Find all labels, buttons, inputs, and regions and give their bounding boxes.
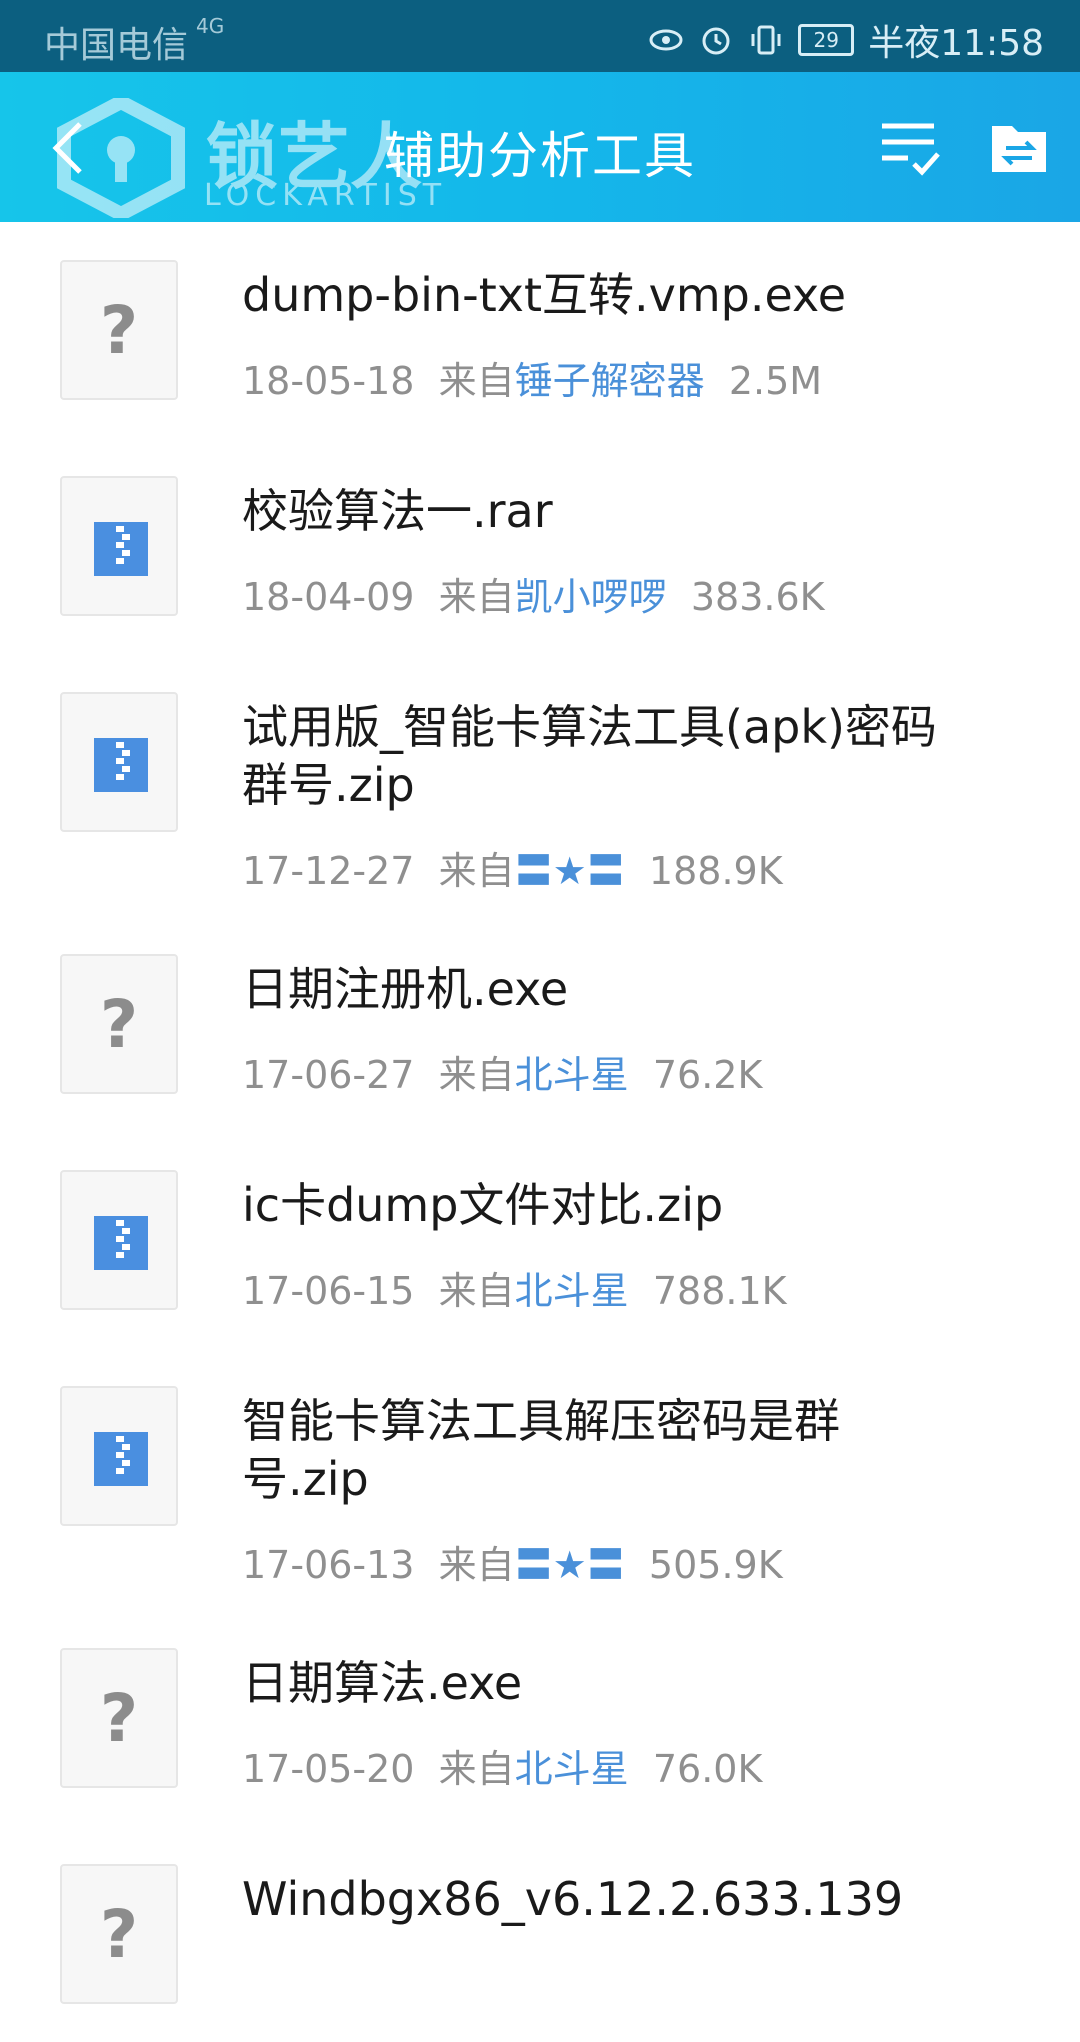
file-from-label: 来自 xyxy=(438,1543,515,1587)
file-date: 18-04-09 xyxy=(242,575,415,619)
app-header: 锁艺人 LOCKARTIST 辅助分析工具 xyxy=(0,72,1080,222)
status-bar: 中国电信 4G 29 半夜11:58 xyxy=(0,0,1080,72)
alarm-icon xyxy=(702,27,730,55)
unknown-file-icon: ? xyxy=(60,1864,178,2004)
file-date: 17-06-13 xyxy=(242,1543,415,1587)
file-size: 76.2K xyxy=(652,1053,763,1097)
battery-indicator: 29 xyxy=(798,24,855,56)
file-size: 188.9K xyxy=(648,849,783,893)
file-meta: 17-06-27 来自北斗星 76.2K xyxy=(242,1044,762,1099)
file-from-label: 来自 xyxy=(438,1269,515,1313)
file-size: 76.0K xyxy=(652,1747,763,1791)
archive-file-icon xyxy=(60,476,178,616)
file-name: ic卡dump文件对比.zip xyxy=(242,1178,724,1232)
question-mark-icon: ? xyxy=(99,1680,139,1757)
archive-file-icon xyxy=(60,1386,178,1526)
file-size: 788.1K xyxy=(652,1269,787,1313)
file-list-item[interactable]: 校验算法一.rar 18-04-09 来自凯小啰啰 383.6K xyxy=(0,438,1080,654)
file-date: 17-06-15 xyxy=(242,1269,415,1313)
zip-glyph-icon xyxy=(94,1432,148,1486)
clock-label: 半夜11:58 xyxy=(868,23,1044,64)
archive-file-icon xyxy=(60,1170,178,1310)
unknown-file-icon: ? xyxy=(60,1648,178,1788)
file-from-label: 来自 xyxy=(438,1747,515,1791)
file-name: 日期算法.exe xyxy=(242,1656,523,1710)
eye-icon xyxy=(649,29,683,51)
file-list-item[interactable]: 智能卡算法工具解压密码是群号.zip 17-06-13 来自〓★〓 505.9K xyxy=(0,1348,1080,1587)
file-date: 17-06-27 xyxy=(242,1053,415,1097)
file-list-item[interactable]: 试用版_智能卡算法工具(apk)密码群号.zip 17-12-27 来自〓★〓 1… xyxy=(0,654,1080,893)
question-mark-icon: ? xyxy=(99,986,139,1063)
sort-list-icon[interactable] xyxy=(878,116,942,180)
uploader-link[interactable]: 〓★〓 xyxy=(515,1543,625,1587)
unknown-file-icon: ? xyxy=(60,954,178,1094)
file-list-item[interactable]: ? dump-bin-txt互转.vmp.exe 18-05-18 来自锤子解密器 … xyxy=(0,222,1080,438)
file-size: 2.5M xyxy=(728,359,823,403)
file-size: 505.9K xyxy=(648,1543,783,1587)
uploader-link[interactable]: 北斗星 xyxy=(515,1747,629,1791)
uploader-link[interactable]: 凯小啰啰 xyxy=(515,575,667,619)
file-date: 17-05-20 xyxy=(242,1747,415,1791)
file-name: 智能卡算法工具解压密码是群号.zip xyxy=(242,1394,840,1506)
file-meta: 18-04-09 来自凯小啰啰 383.6K xyxy=(242,566,825,621)
file-list-item[interactable]: ic卡dump文件对比.zip 17-06-15 来自北斗星 788.1K xyxy=(0,1132,1080,1348)
unknown-file-icon: ? xyxy=(60,260,178,400)
file-list-item[interactable]: ? 日期算法.exe 17-05-20 来自北斗星 76.0K xyxy=(0,1610,1080,1826)
question-mark-icon: ? xyxy=(99,292,139,369)
file-list-item[interactable]: ? 日期注册机.exe 17-06-27 来自北斗星 76.2K xyxy=(0,916,1080,1132)
file-meta: 17-12-27 来自〓★〓 188.9K xyxy=(242,840,783,895)
archive-file-icon xyxy=(60,692,178,832)
folder-transfer-icon[interactable] xyxy=(990,118,1048,176)
zip-glyph-icon xyxy=(94,522,148,576)
file-name: 日期注册机.exe xyxy=(242,962,569,1016)
file-from-label: 来自 xyxy=(438,575,515,619)
uploader-link[interactable]: 北斗星 xyxy=(515,1269,629,1313)
file-date: 18-05-18 xyxy=(242,359,415,403)
question-mark-icon: ? xyxy=(99,1896,139,1973)
file-from-label: 来自 xyxy=(438,359,515,403)
file-meta: 17-05-20 来自北斗星 76.0K xyxy=(242,1738,762,1793)
file-meta: 17-06-13 来自〓★〓 505.9K xyxy=(242,1534,783,1589)
zip-glyph-icon xyxy=(94,738,148,792)
file-name: 试用版_智能卡算法工具(apk)密码群号.zip xyxy=(242,700,937,812)
vibrate-icon xyxy=(751,25,781,55)
network-type-label: 4G xyxy=(196,14,225,38)
file-meta: 17-06-15 来自北斗星 788.1K xyxy=(242,1260,787,1315)
uploader-link[interactable]: 北斗星 xyxy=(515,1053,629,1097)
file-name: 校验算法一.rar xyxy=(242,484,553,538)
file-from-label: 来自 xyxy=(438,1053,515,1097)
file-meta: 18-05-18 来自锤子解密器 2.5M xyxy=(242,350,822,405)
file-size: 383.6K xyxy=(690,575,825,619)
uploader-link[interactable]: 〓★〓 xyxy=(515,849,625,893)
file-from-label: 来自 xyxy=(438,849,515,893)
file-name: Windbgx86_v6.12.2.633.139 xyxy=(242,1872,904,1926)
file-name: dump-bin-txt互转.vmp.exe xyxy=(242,268,847,322)
file-date: 17-12-27 xyxy=(242,849,415,893)
file-list-item[interactable]: ? Windbgx86_v6.12.2.633.139 xyxy=(0,1826,1080,2042)
zip-glyph-icon xyxy=(94,1216,148,1270)
carrier-label: 中国电信 xyxy=(44,25,189,66)
uploader-link[interactable]: 锤子解密器 xyxy=(515,359,705,403)
